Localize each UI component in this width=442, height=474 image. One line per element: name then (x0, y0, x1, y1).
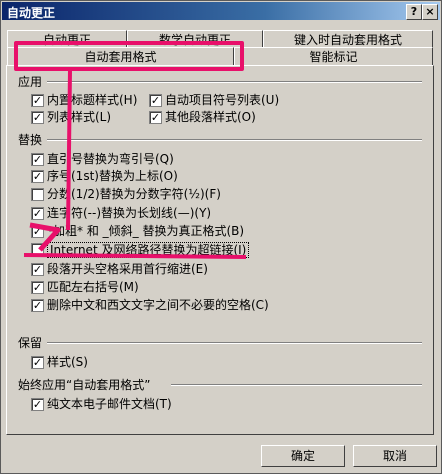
annotation-arrow (23, 69, 247, 259)
arrow-shaft (66, 69, 72, 231)
underline-mark (23, 253, 247, 259)
arrow-head (29, 222, 61, 252)
